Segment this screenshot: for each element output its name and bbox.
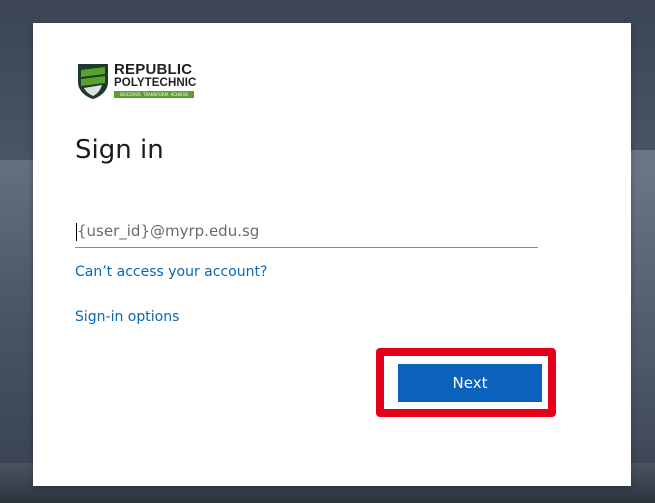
republic-polytechnic-logo: REPUBLIC POLYTECHNIC DISCOVER. TRANSFORM… [76,60,206,112]
email-field[interactable] [75,214,538,248]
next-button[interactable]: Next [398,364,542,402]
text-cursor [76,223,77,241]
sign-in-options-link[interactable]: Sign-in options [75,309,179,325]
logo-name-line1: REPUBLIC [114,61,193,78]
logo-tagline: DISCOVER. TRANSFORM. ACHIEVE [114,91,194,98]
page-title: Sign in [75,135,164,165]
cant-access-account-link[interactable]: Can’t access your account? [75,264,267,280]
logo-name-line2: POLYTECHNIC [114,77,197,89]
shield-logo-icon [78,64,108,99]
